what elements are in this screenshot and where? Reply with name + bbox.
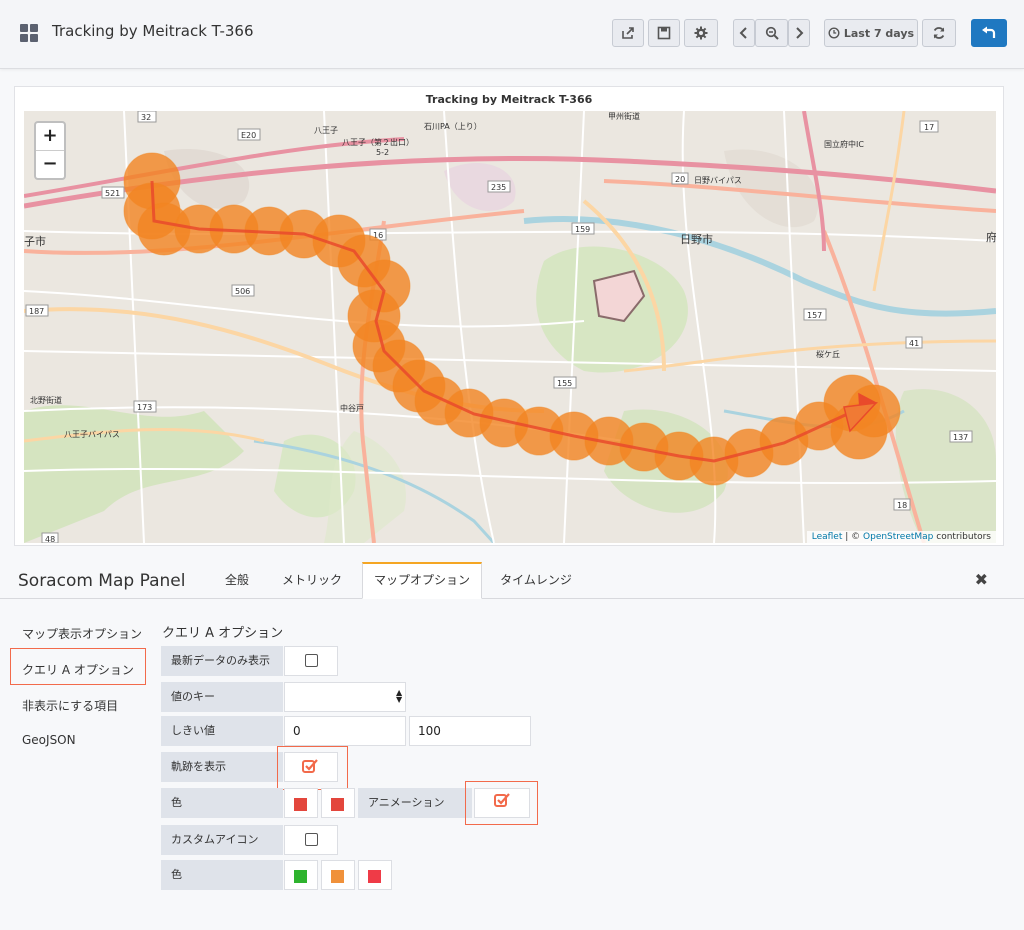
svg-text:159: 159 (575, 225, 590, 234)
time-range-label: Last 7 days (843, 26, 915, 40)
sidenav-hidden-items[interactable]: 非表示にする項目 (22, 697, 118, 714)
svg-text:18: 18 (897, 501, 907, 510)
svg-text:5-2: 5-2 (376, 148, 389, 157)
svg-text:521: 521 (105, 189, 120, 198)
section-title: クエリ A オプション (162, 626, 284, 641)
zoom-in-button[interactable]: + (36, 123, 64, 151)
chevron-right-icon (796, 27, 804, 39)
show-track-label: 軌跡を表示 (161, 752, 283, 782)
attribution-separator: | © (842, 532, 864, 542)
editor-title: Soracom Map Panel (18, 571, 186, 591)
animation-highlight-box (465, 781, 538, 825)
svg-text:中谷戸: 中谷戸 (340, 403, 364, 413)
threshold-min-value: 0 (293, 724, 301, 738)
sidenav-map-display-options[interactable]: マップ表示オプション (22, 625, 142, 642)
dashboard-grid-icon[interactable] (20, 24, 38, 42)
settings-button[interactable] (684, 19, 718, 47)
icon-color-swatch-red[interactable] (368, 870, 381, 883)
show-track-highlight-box (277, 746, 348, 790)
icon-color-swatch-green[interactable] (294, 870, 307, 883)
save-icon (657, 26, 671, 40)
tab-general[interactable]: 全般 (214, 562, 260, 598)
svg-text:235: 235 (491, 183, 506, 192)
threshold-label: しきい値 (161, 716, 283, 746)
svg-text:府: 府 (986, 230, 996, 244)
close-editor-icon[interactable]: ✖ (975, 570, 988, 589)
leaflet-map[interactable]: 32 E20 八王子 石川PA（上り） 八王子（第２出口） 5-2 甲州街道 国… (24, 111, 996, 543)
svg-text:石川PA（上り）: 石川PA（上り） (424, 122, 482, 131)
select-arrows-icon: ▲ ▼ (396, 688, 403, 704)
svg-text:506: 506 (235, 287, 250, 296)
zoom-out-time-button[interactable] (755, 19, 788, 47)
back-to-dashboard-button[interactable] (971, 19, 1007, 47)
panel-title[interactable]: Tracking by Meitrack T-366 (15, 93, 1003, 106)
map-attribution: Leaflet | © OpenStreetMap contributors (806, 531, 996, 543)
svg-text:日野市: 日野市 (680, 232, 713, 246)
dashboard-navbar: Tracking by Meitrack T-366 Last 7 days (0, 0, 1024, 69)
svg-text:国立府中IC: 国立府中IC (824, 139, 864, 149)
tab-metrics[interactable]: メトリック (272, 562, 352, 598)
animation-label: アニメーション (358, 788, 472, 818)
color-label: 色 (161, 788, 283, 818)
tab-time-range[interactable]: タイムレンジ (494, 562, 578, 598)
latest-only-checkbox[interactable] (305, 654, 318, 667)
time-range-picker[interactable]: Last 7 days (824, 19, 918, 47)
time-forward-button[interactable] (788, 19, 810, 47)
leaflet-link[interactable]: Leaflet (812, 532, 843, 542)
gear-icon (694, 26, 708, 40)
value-key-label: 値のキー (161, 682, 283, 712)
svg-text:甲州街道: 甲州街道 (608, 111, 640, 121)
panel-editor-header: Soracom Map Panel 全般 メトリック マップオプション タイムレ… (0, 562, 1024, 599)
svg-text:41: 41 (909, 339, 919, 348)
attribution-suffix: contributors (933, 532, 991, 542)
selected-highlight-box (10, 648, 146, 685)
map-zoom-control: + − (34, 121, 66, 180)
zoom-out-button[interactable]: − (36, 151, 64, 178)
color-swatch-2[interactable] (331, 798, 344, 811)
chevron-left-icon (739, 27, 747, 39)
share-icon (622, 27, 634, 39)
threshold-min-input[interactable] (284, 716, 406, 746)
value-key-select[interactable] (284, 682, 406, 712)
color-swatch-1[interactable] (294, 798, 307, 811)
latest-only-label: 最新データのみ表示 (161, 646, 283, 676)
clock-icon (828, 27, 840, 39)
tab-map-options[interactable]: マップオプション (362, 562, 482, 599)
svg-text:八王子（第２出口）: 八王子（第２出口） (342, 137, 414, 147)
sidenav-geojson[interactable]: GeoJSON (22, 733, 76, 747)
map-canvas: 32 E20 八王子 石川PA（上り） 八王子（第２出口） 5-2 甲州街道 国… (24, 111, 996, 543)
svg-text:48: 48 (45, 535, 55, 543)
svg-text:八王子バイパス: 八王子バイパス (64, 430, 120, 439)
svg-text:32: 32 (141, 113, 151, 122)
save-button[interactable] (648, 19, 680, 47)
svg-text:173: 173 (137, 403, 152, 412)
svg-text:桜ケ丘: 桜ケ丘 (816, 349, 840, 359)
refresh-icon (933, 27, 945, 39)
svg-text:子市: 子市 (24, 234, 46, 248)
icon-color-swatch-orange[interactable] (331, 870, 344, 883)
share-button[interactable] (612, 19, 644, 47)
svg-text:155: 155 (557, 379, 572, 388)
svg-text:187: 187 (29, 307, 44, 316)
osm-link[interactable]: OpenStreetMap (863, 532, 933, 542)
custom-icon-checkbox[interactable] (305, 833, 318, 846)
dashboard-title[interactable]: Tracking by Meitrack T-366 (52, 22, 254, 40)
threshold-max-value: 100 (418, 724, 441, 738)
svg-text:20: 20 (675, 175, 685, 184)
refresh-button[interactable] (922, 19, 956, 47)
svg-text:E20: E20 (241, 131, 256, 140)
svg-text:137: 137 (953, 433, 968, 442)
map-panel: Tracking by Meitrack T-366 32 E20 八王子 石川… (14, 86, 1004, 546)
svg-text:北野街道: 北野街道 (30, 395, 62, 405)
time-back-button[interactable] (733, 19, 755, 47)
back-arrow-icon (982, 26, 996, 38)
svg-text:157: 157 (807, 311, 822, 320)
svg-text:日野バイパス: 日野バイパス (694, 176, 742, 185)
svg-text:17: 17 (924, 123, 934, 132)
svg-text:八王子: 八王子 (314, 126, 338, 135)
zoom-out-icon (765, 26, 779, 40)
icon-color-label: 色 (161, 860, 283, 890)
custom-icon-label: カスタムアイコン (161, 825, 283, 855)
